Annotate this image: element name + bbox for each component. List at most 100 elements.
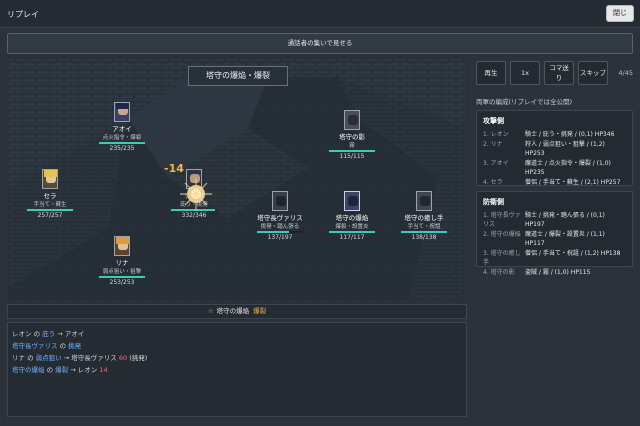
log-arrow: → [57, 330, 63, 338]
attacker-name: 1. レオン [483, 131, 509, 138]
defender-name: 3. 塔守の癒し手 [483, 250, 521, 266]
skill-banner: 塔守の爆焔・爆裂 [188, 66, 288, 86]
attacker-detail: 騎士 / 庇う・挑発 / (0,1) HP346 [525, 131, 615, 138]
log-actor: 塔守の爆焔 [12, 366, 45, 374]
turn-counter: 4/45 [618, 69, 633, 77]
window-title: リプレイ [7, 10, 39, 19]
hp-fill [99, 142, 145, 144]
title-bar: リプレイ 閉じ [0, 0, 640, 28]
star-icon: ☆ [207, 307, 214, 315]
hp-fill [27, 209, 73, 211]
step-label-line2: り [555, 74, 563, 82]
defender-row: 4. 塔守の影 盗賊 / 霧 / (1,0) HP115 [483, 268, 626, 277]
defender-row: 3. 塔守の癒し手 僧侶 / 手当て・祝詛 / (1,2) HP138 [483, 249, 626, 267]
unit-iyashi[interactable]: 塔守の癒し手 手当て・祝詛 138/138 [394, 191, 454, 241]
attacker-detail: 僧侶 / 手当て・蘇生 / (2,1) HP257 [525, 179, 621, 186]
attacker-detail: 狩人 / 弱点狙い・狙撃 / (1,2) HP253 [525, 141, 605, 157]
unit-hp: 115/115 [339, 153, 365, 160]
attacker-row: 4. セラ 僧侶 / 手当て・蘇生 / (2,1) HP257 [483, 178, 626, 187]
unit-name: 塔守の爆焔 [335, 214, 369, 222]
log-particle: の [46, 366, 54, 374]
hp-bar [329, 231, 375, 233]
play-button[interactable]: 再生 [476, 61, 506, 85]
log-particle: の [27, 354, 34, 362]
log-action: 爆裂 [55, 366, 69, 374]
defenders-card: 防衛側 1. 塔守長ヴァリス 騎士 / 挑発・踏ん張る / (0,1) HP197… [476, 191, 633, 276]
step-label-line1: コマ送 [549, 64, 569, 72]
unit-varis[interactable]: 塔守長ヴァリス 挑発・踏ん張る 137/197 [250, 191, 310, 241]
attacker-name: 2. リナ [483, 141, 503, 148]
attacker-row: 2. リナ 狩人 / 弱点狙い・狙撃 / (1,2) HP253 [483, 140, 626, 158]
log-target: レオン [77, 366, 98, 374]
attacker-name: 4. セラ [483, 179, 503, 186]
unit-name: セラ [43, 192, 57, 200]
unit-name: リナ [115, 259, 129, 267]
hp-bar [27, 209, 73, 211]
defender-row: 1. 塔守長ヴァリス 騎士 / 挑発・踏ん張る / (0,1) HP197 [483, 211, 626, 229]
log-tail: (挑発) [129, 354, 148, 362]
formation-note: 両軍の編成(リプレイでは全公開) [476, 98, 573, 106]
log-target: 塔守長ヴァリス [71, 354, 117, 362]
defender-detail: 盗賊 / 霧 / (1,0) HP115 [525, 269, 591, 276]
log-actor: レオン [12, 330, 32, 338]
log-particle: の [59, 342, 67, 350]
iyashi-portrait [416, 191, 432, 211]
log-line: 塔守の爆焔 の 爆裂 → レオン 14 [12, 364, 462, 376]
bakuen-portrait [344, 191, 360, 211]
unit-rina[interactable]: リナ 弱点狙い・狙撃 253/253 [92, 236, 152, 286]
unit-skills: 弱点狙い・狙撃 [102, 269, 142, 275]
varis-portrait [272, 191, 288, 211]
unit-skills: 霧 [349, 143, 355, 149]
skip-button[interactable]: スキップ [578, 61, 608, 85]
hp-bar [257, 231, 303, 233]
hp-fill [99, 276, 145, 278]
unit-name: 塔守長ヴァリス [257, 214, 303, 222]
hp-fill [329, 150, 375, 152]
log-particle: の [33, 330, 41, 338]
close-button[interactable]: 閉じ [606, 5, 634, 22]
unit-bakuen[interactable]: 塔守の爆焔 爆裂・設置炎 117/117 [322, 191, 382, 241]
current-skill-name: 爆裂 [253, 307, 267, 315]
hp-bar [99, 142, 145, 144]
unit-hp: 138/138 [411, 234, 437, 241]
log-action: 挑発 [68, 342, 82, 350]
unit-hp: 253/253 [109, 279, 135, 286]
log-value: 14 [99, 366, 108, 374]
hp-bar [401, 231, 447, 233]
log-action: 弱点狙い [35, 354, 62, 362]
sera-portrait [42, 169, 58, 189]
defender-name: 2. 塔守の爆焔 [483, 231, 521, 238]
unit-kage[interactable]: 塔守の影 霧 115/115 [322, 110, 382, 160]
log-value: 60 [118, 354, 128, 362]
aoi-portrait [114, 102, 130, 122]
hp-fill [401, 231, 447, 233]
step-button[interactable]: コマ送 り [544, 61, 574, 85]
hp-fill [329, 231, 375, 233]
attacker-row: 3. アオイ 魔道士 / 点火指令・爆裂 / (1,0) HP235 [483, 159, 626, 177]
log-line: レオン の 庇う → アオイ [12, 328, 462, 340]
speed-button[interactable]: 1x [510, 61, 540, 85]
log-actor: リナ [12, 354, 25, 362]
unit-hp: 257/257 [37, 212, 63, 219]
unit-sera[interactable]: セラ 手当て・蘇生 257/257 [20, 169, 80, 219]
defender-detail: 騎士 / 挑発・踏ん張る / (0,1) HP197 [525, 212, 605, 228]
unit-aoi[interactable]: アオイ 点火指令・爆裂 235/235 [92, 102, 152, 152]
unit-name: 塔守の影 [339, 133, 365, 141]
unit-name: アオイ [112, 125, 132, 133]
current-skill-actor: 塔守の爆焔 [216, 307, 250, 315]
attacker-name: 3. アオイ [483, 160, 509, 167]
unit-hp: 117/117 [339, 234, 365, 241]
defender-name: 1. 塔守長ヴァリス [483, 212, 521, 228]
defender-detail: 僧侶 / 手当て・祝詛 / (1,2) HP138 [525, 250, 621, 257]
unit-hp: 235/235 [109, 145, 135, 152]
log-line: リナ の 弱点狙い → 塔守長ヴァリス 60 (挑発) [12, 352, 462, 364]
defender-row: 2. 塔守の爆焔 魔道士 / 爆裂・設置炎 / (1,1) HP117 [483, 230, 626, 248]
hp-bar [329, 150, 375, 152]
defender-detail: 魔道士 / 爆裂・設置炎 / (1,1) HP117 [525, 231, 605, 247]
battle-stage: 塔守の爆焔・爆裂 アオイ 点火指令・爆裂 235/235 セラ 手当て・蘇生 2… [7, 57, 467, 301]
share-to-gathering-button[interactable]: 通話者の集いで見せる [7, 33, 633, 54]
log-arrow: → [63, 354, 70, 362]
attackers-heading: 攻撃側 [483, 117, 504, 125]
attacker-detail: 魔道士 / 点火指令・爆裂 / (1,0) HP235 [525, 160, 611, 176]
unit-skills: 手当て・蘇生 [33, 202, 67, 208]
